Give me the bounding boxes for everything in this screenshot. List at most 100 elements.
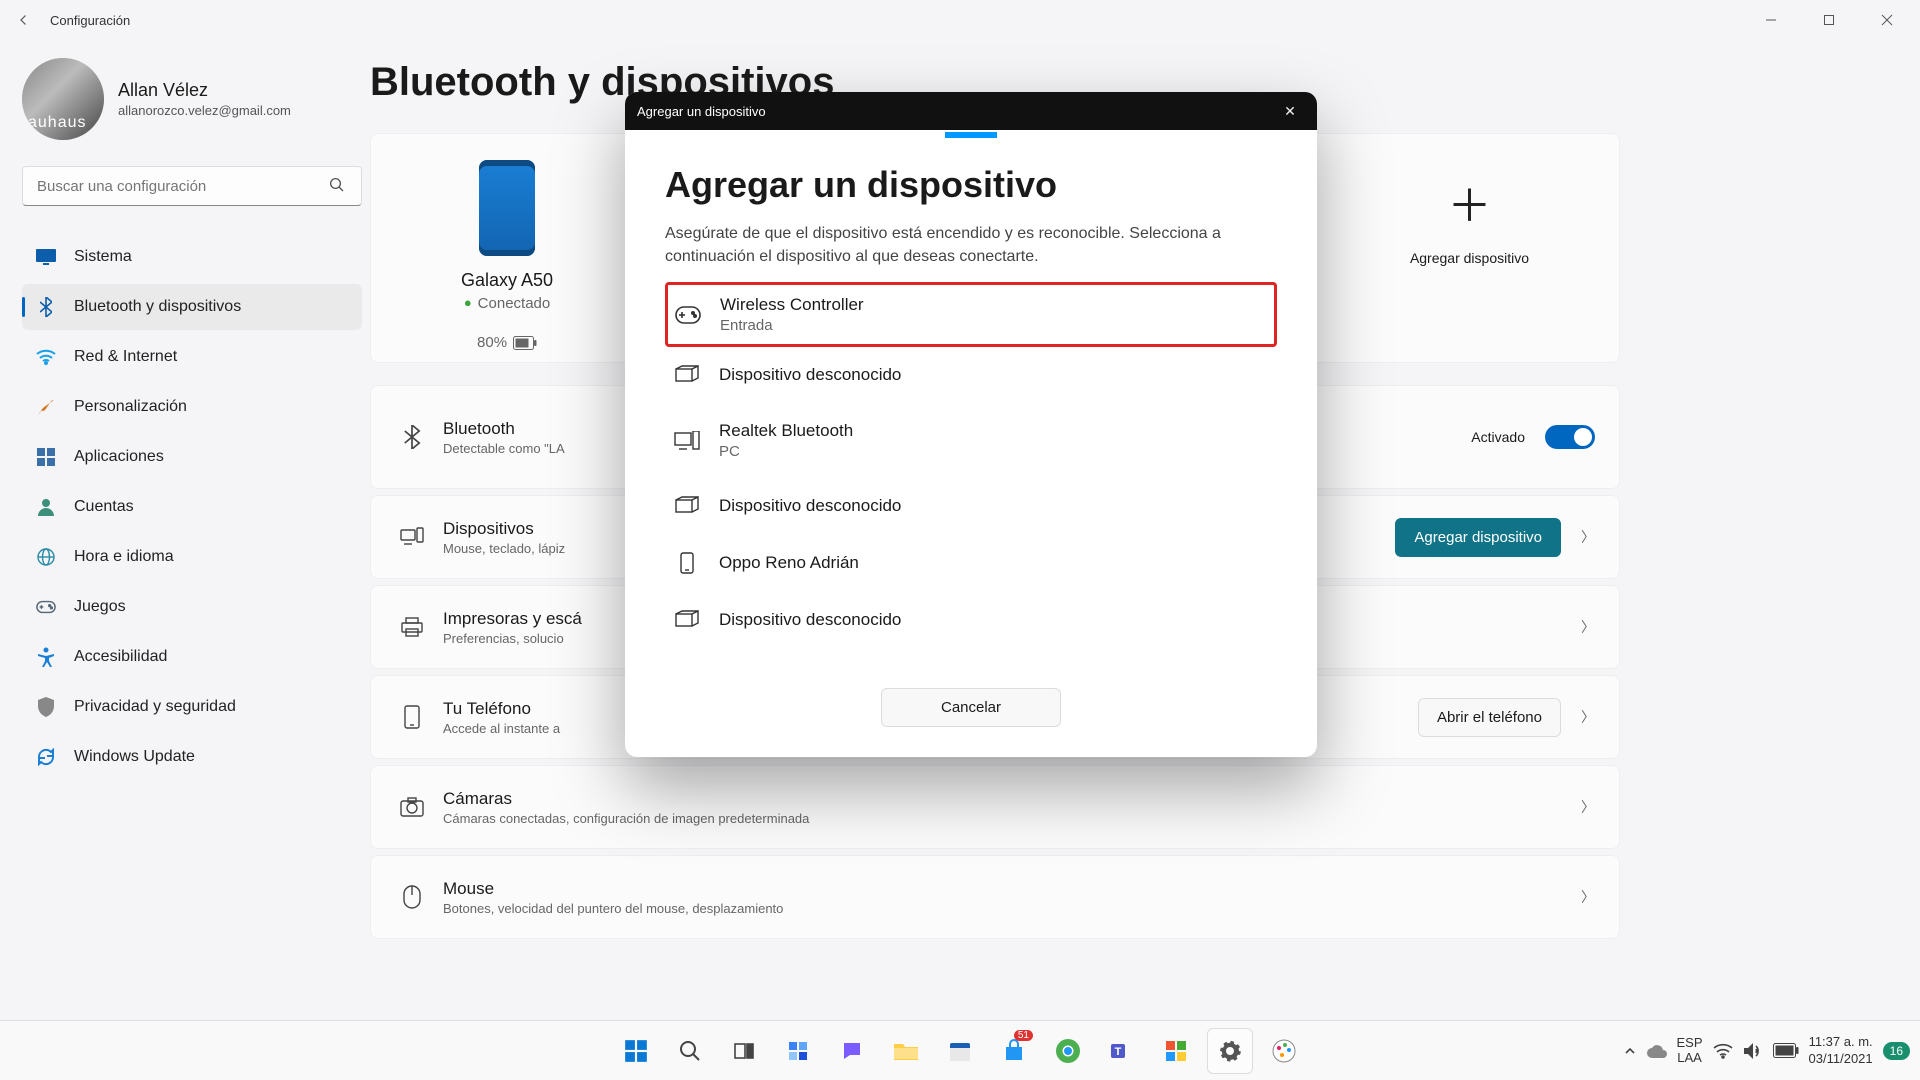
nav-item-juegos[interactable]: Juegos [22,584,362,630]
phone-outline-icon [395,705,429,729]
nav-item-bluetooth-y-dispositivos[interactable]: Bluetooth y dispositivos [22,284,362,330]
user-block: Allan Vélez allanorozco.velez@gmail.com [22,58,362,140]
row-printers[interactable]: Impresoras y escá Preferencias, solucio … [370,585,1620,669]
volume-tray-icon[interactable] [1743,1042,1763,1060]
language-indicator[interactable]: ESP LAA [1677,1036,1703,1066]
nav-item-cuentas[interactable]: Cuentas [22,484,362,530]
taskbar-widgets-button[interactable] [775,1028,821,1074]
row-phone-title: Tu Teléfono [443,699,560,719]
window-close-button[interactable] [1858,0,1916,40]
lang-line2: LAA [1677,1051,1703,1066]
shield-icon [36,697,56,717]
battery-icon [513,336,537,350]
wifi-tray-icon[interactable] [1713,1043,1733,1059]
nav-item-red-internet[interactable]: Red & Internet [22,334,362,380]
globe-icon [36,547,56,567]
devices-icon [395,527,429,547]
row-cameras-sub: Cámaras conectadas, configuración de ima… [443,811,809,826]
person-icon [36,497,56,517]
taskbar-chat-button[interactable] [829,1028,875,1074]
taskbar-store-button[interactable]: 51 [991,1028,1037,1074]
battery-tray-icon[interactable] [1773,1043,1799,1058]
back-arrow-icon [15,11,33,29]
nav-item-personalizaci-n[interactable]: Personalización [22,384,362,430]
printer-icon [395,617,429,637]
taskbar-calendar-button[interactable] [937,1028,983,1074]
taskbar-search-button[interactable] [667,1028,713,1074]
window-title: Configuración [50,13,130,28]
taskbar-chrome-button[interactable] [1045,1028,1091,1074]
nav-item-label: Hora e idioma [74,548,174,566]
onedrive-icon[interactable] [1647,1044,1667,1058]
main-content: Bluetooth y dispositivos Galaxy A50 Cone… [370,40,1920,1020]
bluetooth-icon [36,297,56,317]
bluetooth-icon [395,425,429,449]
nav-item-privacidad-y-seguridad[interactable]: Privacidad y seguridad [22,684,362,730]
search-icon [328,176,346,194]
plus-icon: ＋ [1447,170,1491,234]
clock-time: 11:37 a. m. [1809,1034,1873,1050]
start-button[interactable] [613,1028,659,1074]
nav-item-label: Bluetooth y dispositivos [74,298,241,316]
sidebar: Allan Vélez allanorozco.velez@gmail.com … [0,40,370,1020]
add-device-tile[interactable]: ＋ Agregar dispositivo [1410,170,1529,266]
store-badge: 51 [1014,1030,1033,1041]
phone-icon [479,160,535,256]
search-settings-input[interactable] [22,166,362,206]
device-tile-name: Galaxy A50 [461,270,553,291]
nav-item-label: Accesibilidad [74,648,167,666]
taskbar-taskview-button[interactable] [721,1028,767,1074]
row-printers-sub: Preferencias, solucio [443,631,582,646]
nav-item-hora-e-idioma[interactable]: Hora e idioma [22,534,362,580]
add-device-tile-label: Agregar dispositivo [1410,250,1529,266]
device-tile-battery: 80% [477,334,537,351]
taskbar-center: 51 T [613,1028,1307,1074]
chevron-right-icon: 〉 [1581,887,1595,907]
monitor-icon [36,247,56,267]
nav-item-accesibilidad[interactable]: Accesibilidad [22,634,362,680]
window-minimize-button[interactable] [1742,0,1800,40]
nav-item-windows-update[interactable]: Windows Update [22,734,362,780]
wifi-icon [36,347,56,367]
window-maximize-button[interactable] [1800,0,1858,40]
chevron-right-icon: 〉 [1581,797,1595,817]
row-mouse-sub: Botones, velocidad del puntero del mouse… [443,901,783,916]
chevron-right-icon: 〉 [1581,707,1595,727]
user-name: Allan Vélez [118,80,291,101]
open-phone-button[interactable]: Abrir el teléfono [1418,698,1561,737]
clock-date: 03/11/2021 [1809,1051,1873,1067]
nav-item-label: Personalización [74,398,187,416]
user-avatar[interactable] [22,58,104,140]
device-tile-status: Conectado [464,295,550,312]
bluetooth-toggle[interactable] [1545,425,1595,449]
row-bluetooth-sub: Detectable como "LA [443,441,565,456]
clock[interactable]: 11:37 a. m. 03/11/2021 [1809,1034,1873,1067]
device-tile[interactable]: Galaxy A50 Conectado 80% [461,160,553,351]
system-tray: ESP LAA 11:37 a. m. 03/11/2021 16 [1623,1034,1920,1067]
nav-item-label: Privacidad y seguridad [74,698,236,716]
row-cameras[interactable]: Cámaras Cámaras conectadas, configuració… [370,765,1620,849]
row-devices[interactable]: Dispositivos Mouse, teclado, lápiz Agreg… [370,495,1620,579]
lang-line1: ESP [1677,1036,1703,1051]
svg-text:T: T [1115,1046,1122,1058]
apps-icon [36,447,56,467]
nav-item-aplicaciones[interactable]: Aplicaciones [22,434,362,480]
row-phone[interactable]: Tu Teléfono Accede al instante a Abrir e… [370,675,1620,759]
nav-item-sistema[interactable]: Sistema [22,234,362,280]
row-mouse[interactable]: Mouse Botones, velocidad del puntero del… [370,855,1620,939]
row-bluetooth: Bluetooth Detectable como "LA Activado [370,385,1620,489]
back-button[interactable] [4,0,44,40]
taskbar-settings-button[interactable] [1207,1028,1253,1074]
row-bluetooth-title: Bluetooth [443,419,565,439]
mouse-icon [395,885,429,909]
taskbar-paint-button[interactable] [1261,1028,1307,1074]
notification-badge[interactable]: 16 [1883,1042,1910,1060]
add-device-button[interactable]: Agregar dispositivo [1395,518,1561,557]
taskbar-app1-button[interactable] [1153,1028,1199,1074]
nav-item-label: Cuentas [74,498,134,516]
tray-chevron-icon[interactable] [1623,1044,1637,1058]
row-devices-title: Dispositivos [443,519,565,539]
camera-icon [395,797,429,817]
taskbar-explorer-button[interactable] [883,1028,929,1074]
taskbar-teams-button[interactable]: T [1099,1028,1145,1074]
